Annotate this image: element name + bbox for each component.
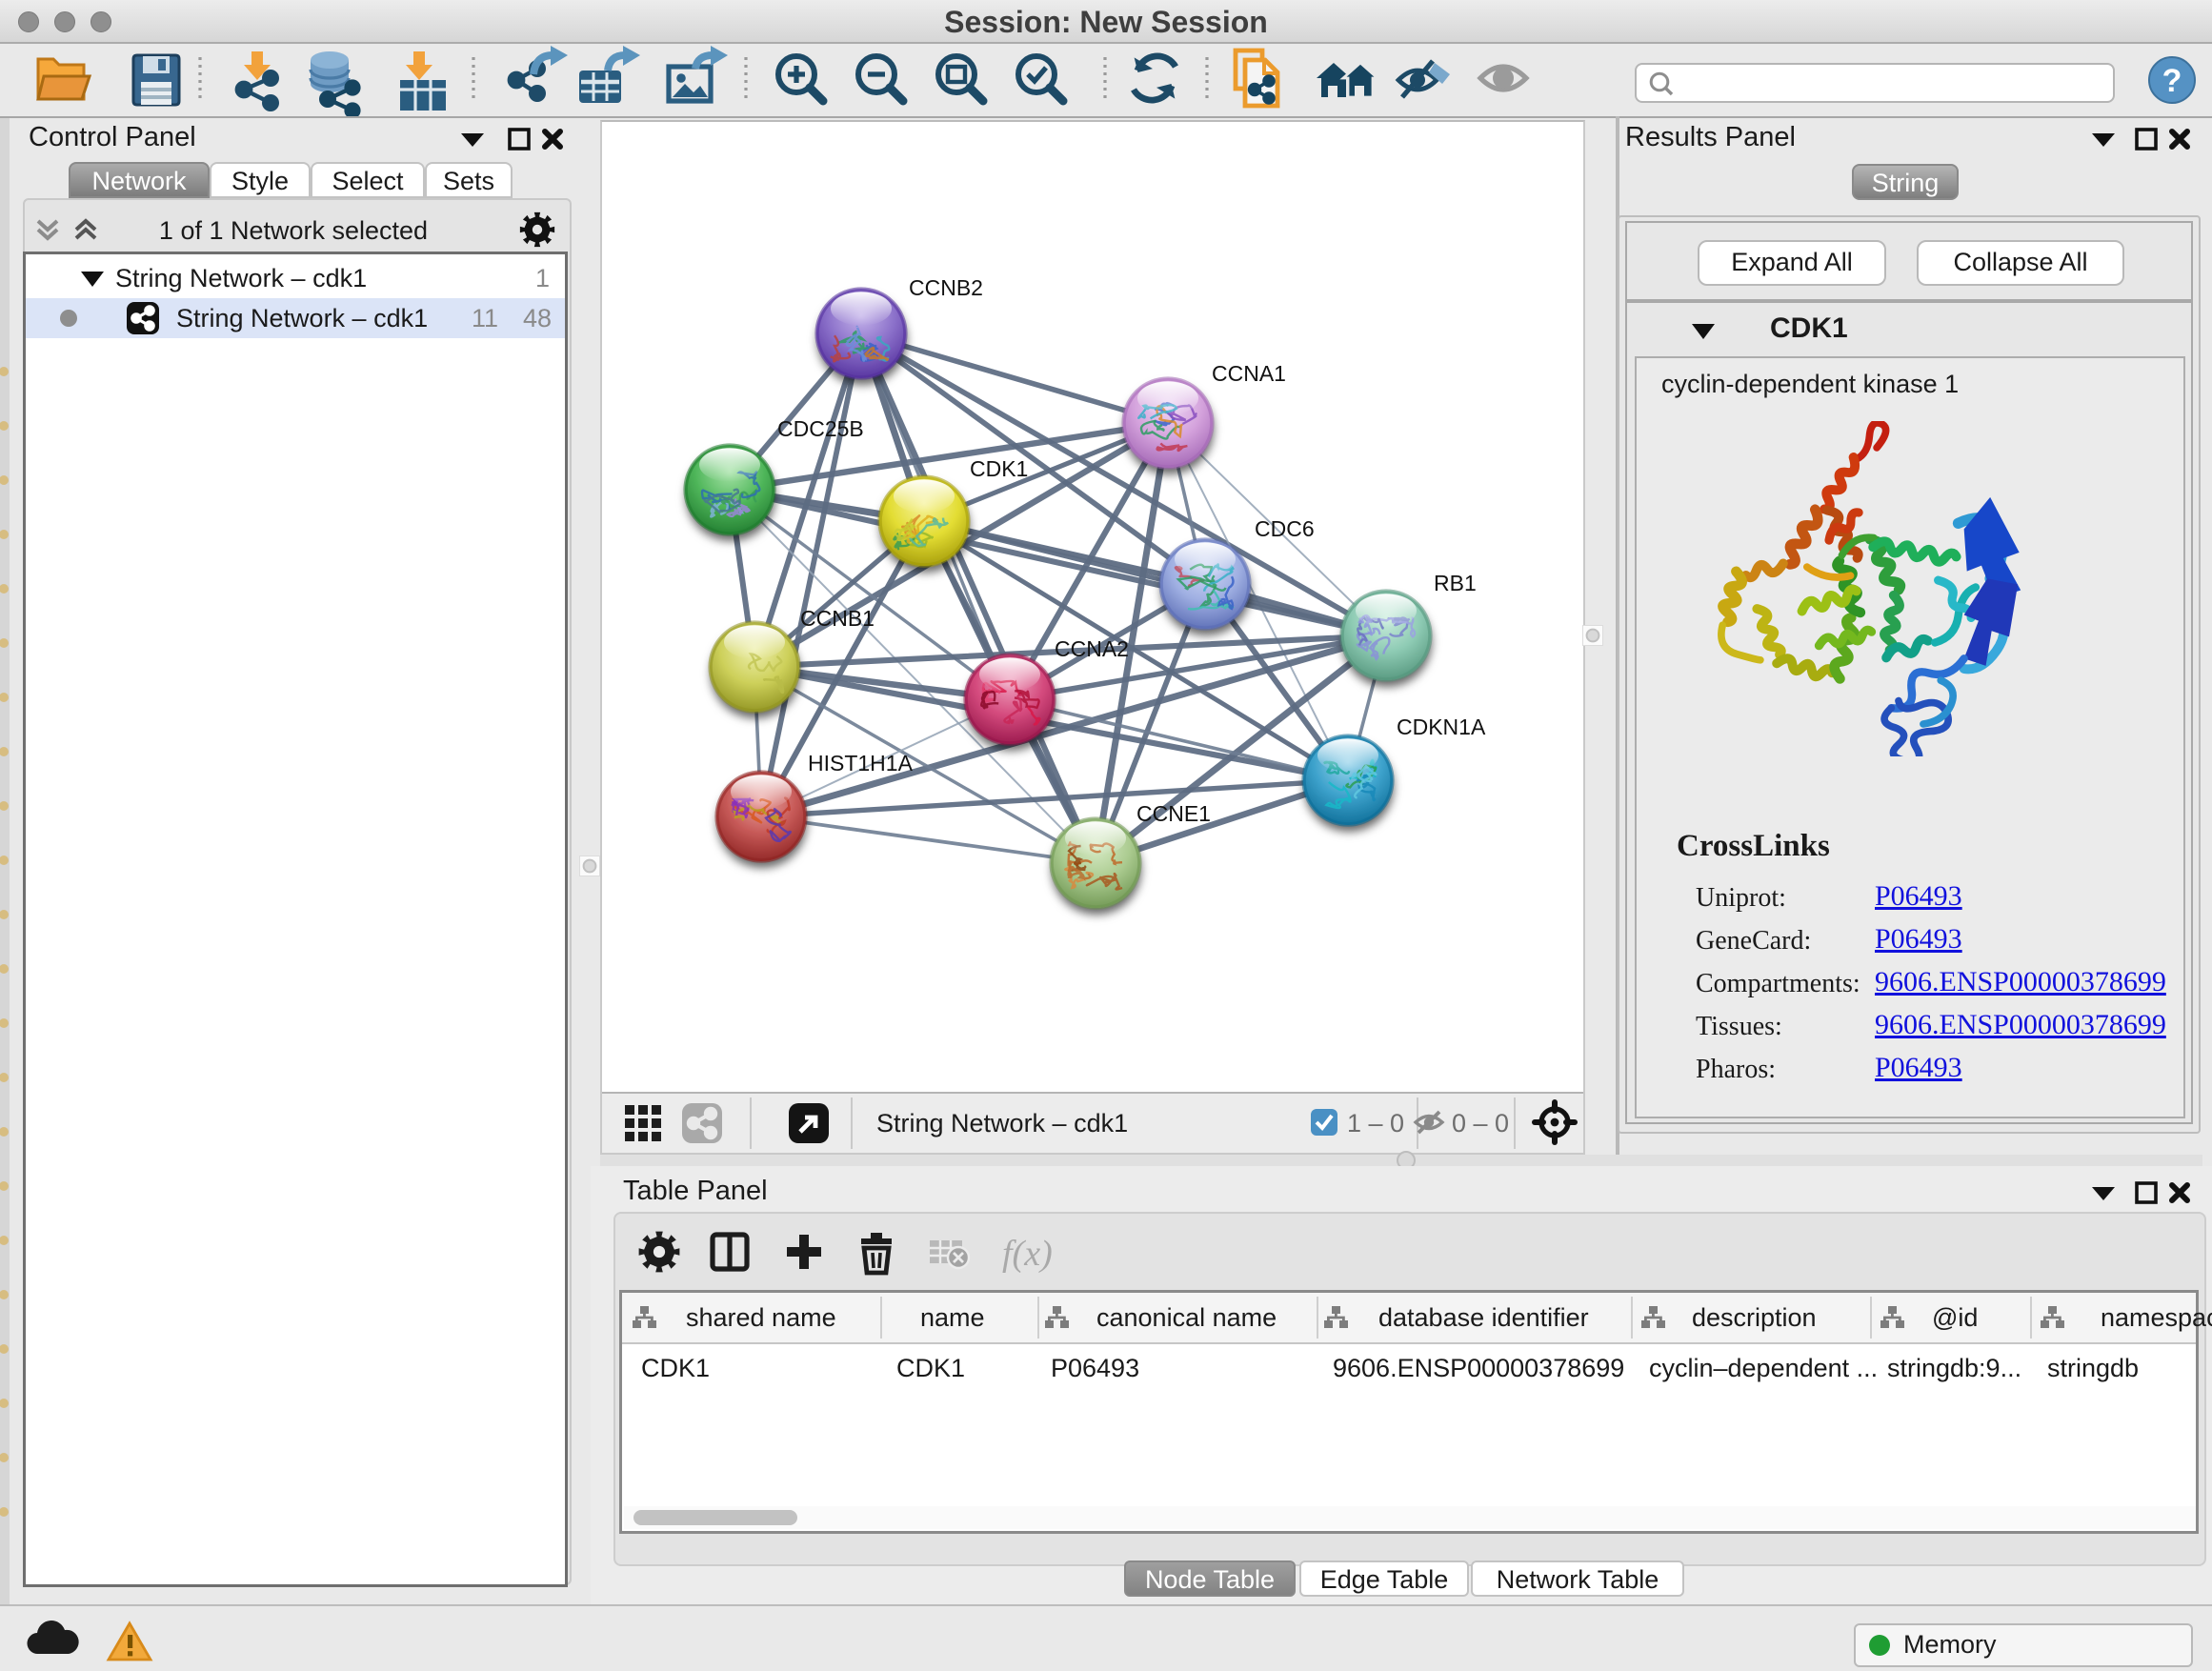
svg-text:CDC25B: CDC25B [777, 416, 864, 441]
svg-text:RB1: RB1 [1434, 571, 1477, 595]
svg-text:?: ? [2162, 63, 2182, 99]
svg-text:String Network – cdk1: String Network – cdk1 [876, 1109, 1128, 1137]
svg-text:CCNE1: CCNE1 [1136, 801, 1211, 826]
svg-text:CCNA1: CCNA1 [1212, 361, 1286, 386]
svg-text:CCNB2: CCNB2 [909, 275, 983, 300]
svg-text:f(x): f(x) [1002, 1234, 1053, 1274]
svg-text:CDK1: CDK1 [970, 456, 1028, 481]
svg-text:CDC6: CDC6 [1255, 516, 1315, 541]
svg-text:CCNA2: CCNA2 [1055, 636, 1129, 661]
svg-text:HIST1H1A: HIST1H1A [808, 751, 914, 775]
svg-text:0 – 0: 0 – 0 [1452, 1109, 1509, 1137]
svg-text:CCNB1: CCNB1 [800, 606, 875, 631]
svg-text:1 of 1 Network selected: 1 of 1 Network selected [159, 216, 428, 245]
svg-text:CDKN1A: CDKN1A [1397, 715, 1486, 739]
svg-text:1 – 0: 1 – 0 [1347, 1109, 1404, 1137]
